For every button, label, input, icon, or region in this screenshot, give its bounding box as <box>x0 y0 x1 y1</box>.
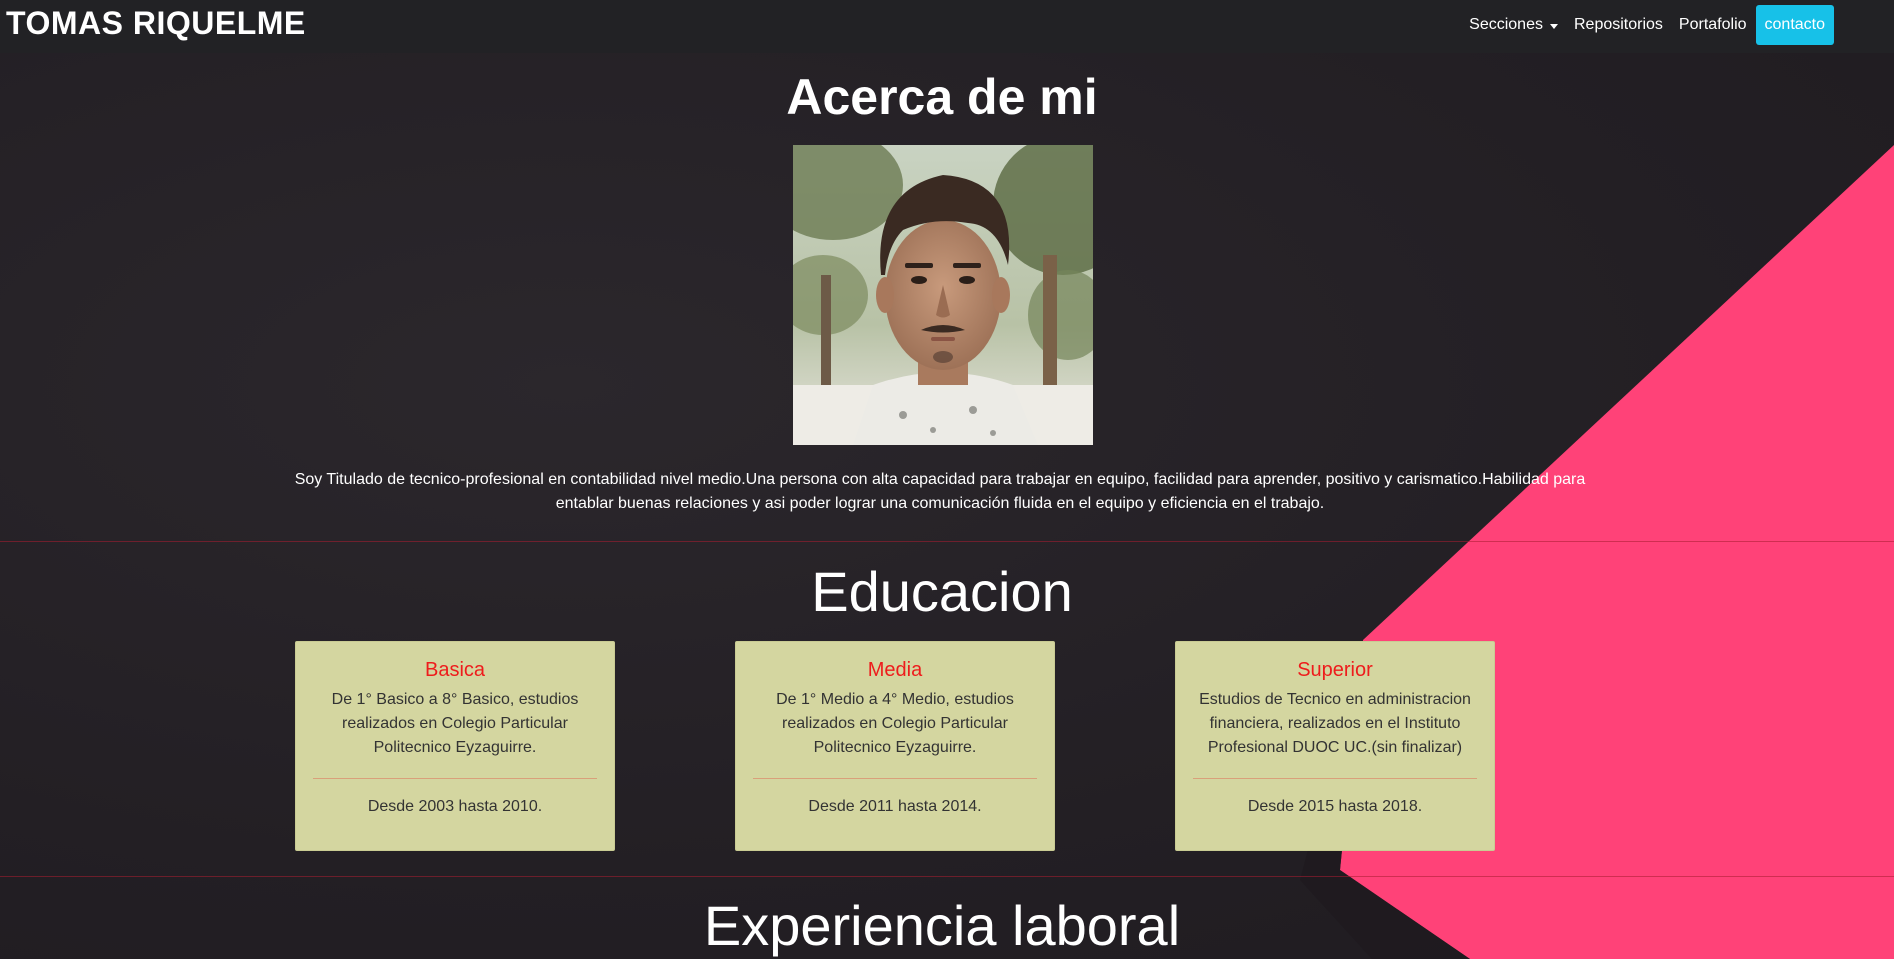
nav-item-portafolio[interactable]: Portafolio <box>1679 16 1747 34</box>
education-card-basica: Basica De 1° Basico a 8° Basico, estudio… <box>295 641 615 851</box>
navbar: TOMAS RIQUELME Secciones Repositorios Po… <box>0 0 1894 53</box>
contact-button[interactable]: contacto <box>1755 5 1834 45</box>
card-description: Estudios de Tecnico en administracion fi… <box>1199 691 1471 756</box>
brand-logo[interactable]: TOMAS RIQUELME <box>6 5 306 42</box>
section-divider <box>0 876 1894 877</box>
card-dates: Desde 2003 hasta 2010. <box>367 798 543 815</box>
about-text: Soy Titulado de tecnico-profesional en c… <box>294 471 1586 512</box>
education-title: Educacion <box>811 560 1073 623</box>
card-divider <box>753 778 1037 779</box>
card-divider <box>1193 778 1477 779</box>
nav-item-label: Repositorios <box>1573 16 1663 33</box>
card-description: De 1° Medio a 4° Medio, estudios realiza… <box>776 691 1014 756</box>
page: TOMAS RIQUELME Secciones Repositorios Po… <box>0 0 1894 959</box>
section-divider <box>0 541 1894 542</box>
chevron-down-icon <box>1549 23 1558 29</box>
nav-item-label: Secciones <box>1469 16 1543 33</box>
profile-photo-illustration <box>793 145 1093 445</box>
card-title: Media <box>867 659 923 681</box>
card-divider <box>313 778 597 779</box>
education-card-media: Media De 1° Medio a 4° Medio, estudios r… <box>735 641 1055 851</box>
nav-item-secciones[interactable]: Secciones <box>1469 16 1558 34</box>
card-description: De 1° Basico a 8° Basico, estudios reali… <box>331 691 579 756</box>
nav-item-repositorios[interactable]: Repositorios <box>1574 16 1663 34</box>
about-title: Acerca de mi <box>786 69 1098 125</box>
card-title: Basica <box>424 659 486 681</box>
profile-photo <box>793 145 1093 445</box>
experience-title: Experiencia laboral <box>703 894 1181 957</box>
card-dates: Desde 2015 hasta 2018. <box>1247 798 1423 815</box>
card-dates: Desde 2011 hasta 2014. <box>808 798 982 815</box>
education-card-superior: Superior Estudios de Tecnico en administ… <box>1175 641 1495 851</box>
card-title: Superior <box>1297 659 1373 681</box>
nav-links: Secciones Repositorios Portafolio contac… <box>1453 4 1834 46</box>
nav-item-label: Portafolio <box>1678 16 1747 33</box>
